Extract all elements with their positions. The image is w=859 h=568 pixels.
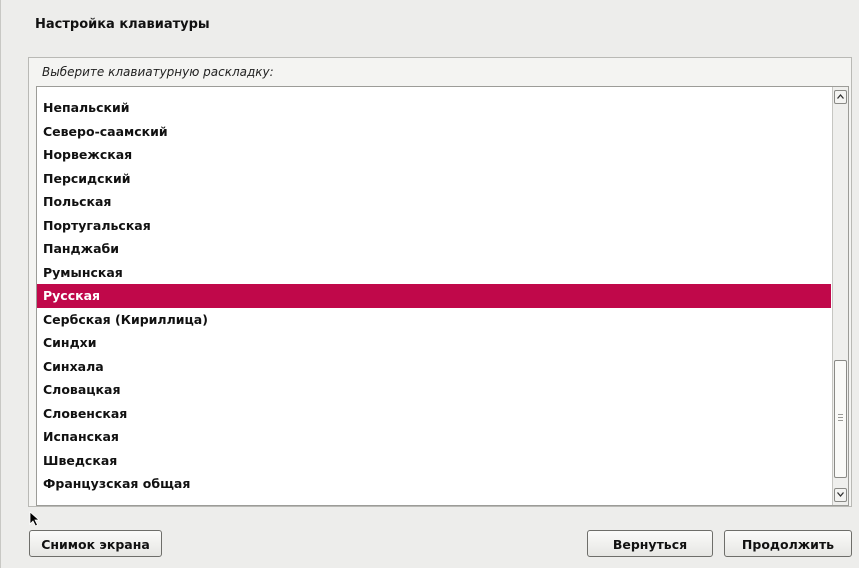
list-item[interactable]: Северо-саамский xyxy=(37,120,831,144)
list-item[interactable]: Словацкая xyxy=(37,378,831,402)
grip-line xyxy=(838,414,843,415)
list-item[interactable]: Шведская xyxy=(37,449,831,473)
list-item[interactable]: Норвежская xyxy=(37,143,831,167)
grip-line xyxy=(838,417,843,418)
list-item[interactable]: Словенская xyxy=(37,402,831,426)
keyboard-layout-panel: Выберите клавиатурную раскладку: Непальс… xyxy=(28,57,852,507)
list-item[interactable]: Непальский xyxy=(37,96,831,120)
chevron-down-icon xyxy=(837,492,844,497)
screenshot-button[interactable]: Снимок экрана xyxy=(29,530,162,557)
scroll-up-button[interactable] xyxy=(834,90,847,104)
list-item[interactable]: Польская xyxy=(37,190,831,214)
layout-prompt: Выберите клавиатурную раскладку: xyxy=(42,65,274,79)
installer-window: Настройка клавиатуры Выберите клавиатурн… xyxy=(0,0,859,568)
list-item[interactable]: Испанская xyxy=(37,425,831,449)
list-item[interactable]: Синхала xyxy=(37,355,831,379)
list-item[interactable]: Румынская xyxy=(37,261,831,285)
layout-list: Непальский Северо-саамский Норвежская Пе… xyxy=(37,87,831,505)
list-item[interactable]: Португальская xyxy=(37,214,831,238)
list-item[interactable]: Сербская (Кириллица) xyxy=(37,308,831,332)
back-button[interactable]: Вернуться xyxy=(587,530,713,557)
scroll-down-button[interactable] xyxy=(834,488,847,502)
layout-listbox[interactable]: Непальский Северо-саамский Норвежская Пе… xyxy=(36,86,849,506)
list-item[interactable]: Персидский xyxy=(37,167,831,191)
list-item-partial[interactable] xyxy=(37,496,831,506)
scroll-thumb[interactable] xyxy=(834,360,847,478)
mouse-pointer-icon xyxy=(29,511,41,527)
chevron-up-icon xyxy=(837,94,844,99)
list-item-selected[interactable]: Русская xyxy=(37,284,831,308)
vertical-scrollbar[interactable] xyxy=(832,87,848,505)
continue-button[interactable]: Продолжить xyxy=(724,530,852,557)
grip-line xyxy=(838,420,843,421)
dialog-title: Настройка клавиатуры xyxy=(35,17,210,32)
list-item[interactable]: Панджаби xyxy=(37,237,831,261)
list-item[interactable]: Синдхи xyxy=(37,331,831,355)
list-item[interactable]: Французская общая xyxy=(37,472,831,496)
